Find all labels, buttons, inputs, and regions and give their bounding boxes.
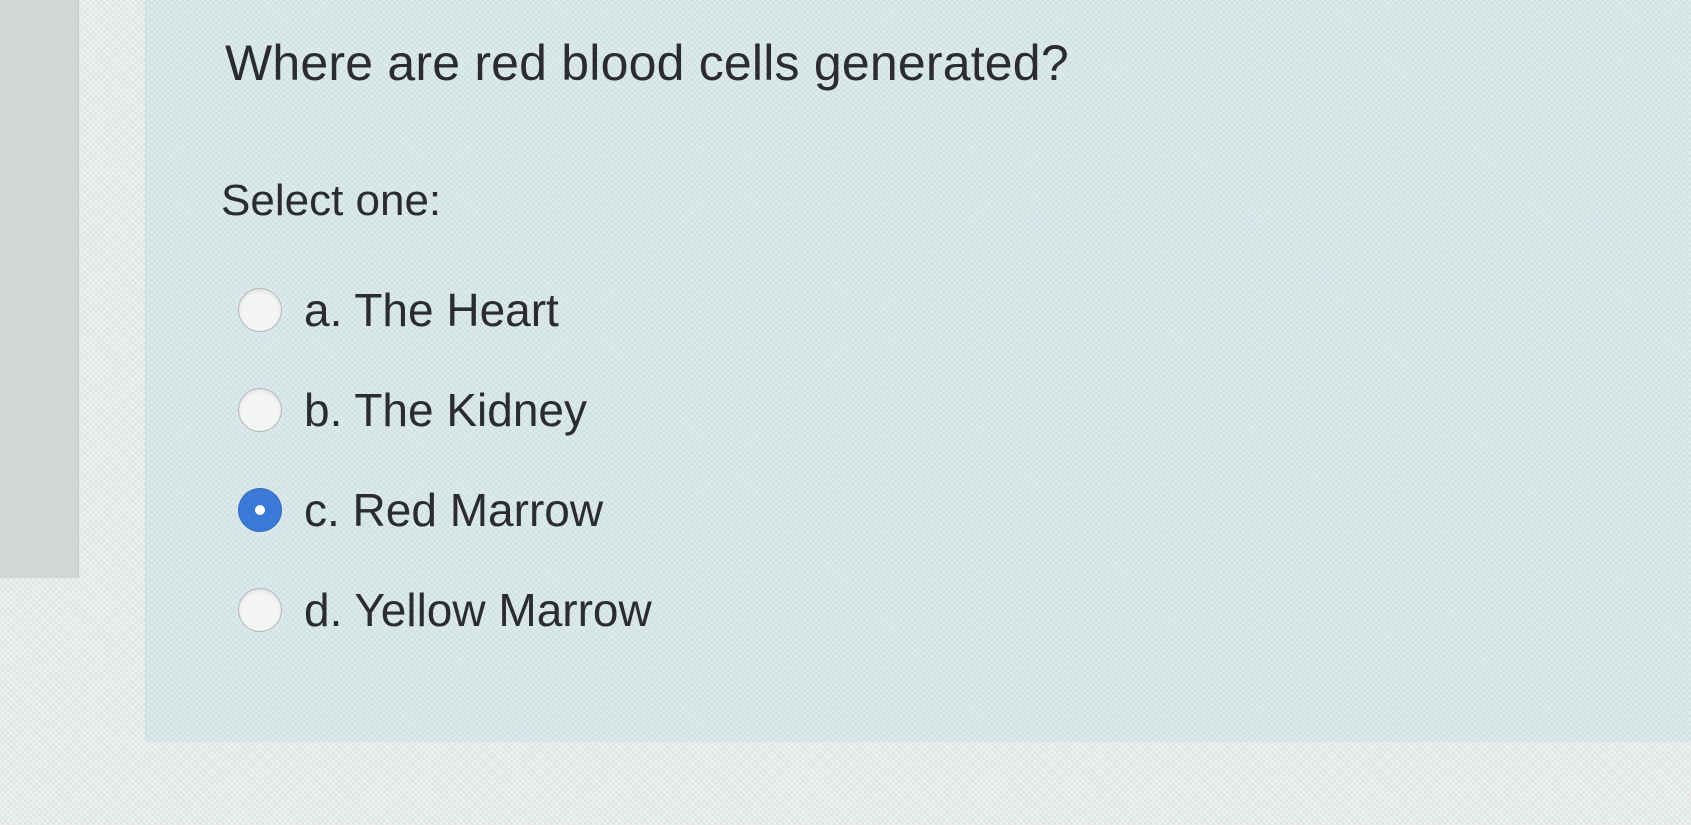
answer-label-d[interactable]: d. Yellow Marrow [304,583,652,637]
radio-button-a[interactable] [238,288,282,332]
answer-option-a[interactable]: a. The Heart [238,260,652,360]
radio-button-d[interactable] [238,588,282,632]
left-sidebar-strip [0,0,79,578]
select-one-prompt: Select one: [221,176,442,225]
answer-label-a[interactable]: a. The Heart [304,283,559,337]
question-text: Where are red blood cells generated? [225,35,1069,91]
answer-label-c[interactable]: c. Red Marrow [304,483,603,537]
radio-button-c[interactable] [238,488,282,532]
answer-list: a. The Heart b. The Kidney c. Red Marrow… [238,260,652,660]
answer-option-b[interactable]: b. The Kidney [238,360,652,460]
answer-label-b[interactable]: b. The Kidney [304,383,587,437]
question-panel: Where are red blood cells generated? Sel… [145,0,1691,742]
answer-option-d[interactable]: d. Yellow Marrow [238,560,652,660]
radio-button-b[interactable] [238,388,282,432]
answer-option-c[interactable]: c. Red Marrow [238,460,652,560]
